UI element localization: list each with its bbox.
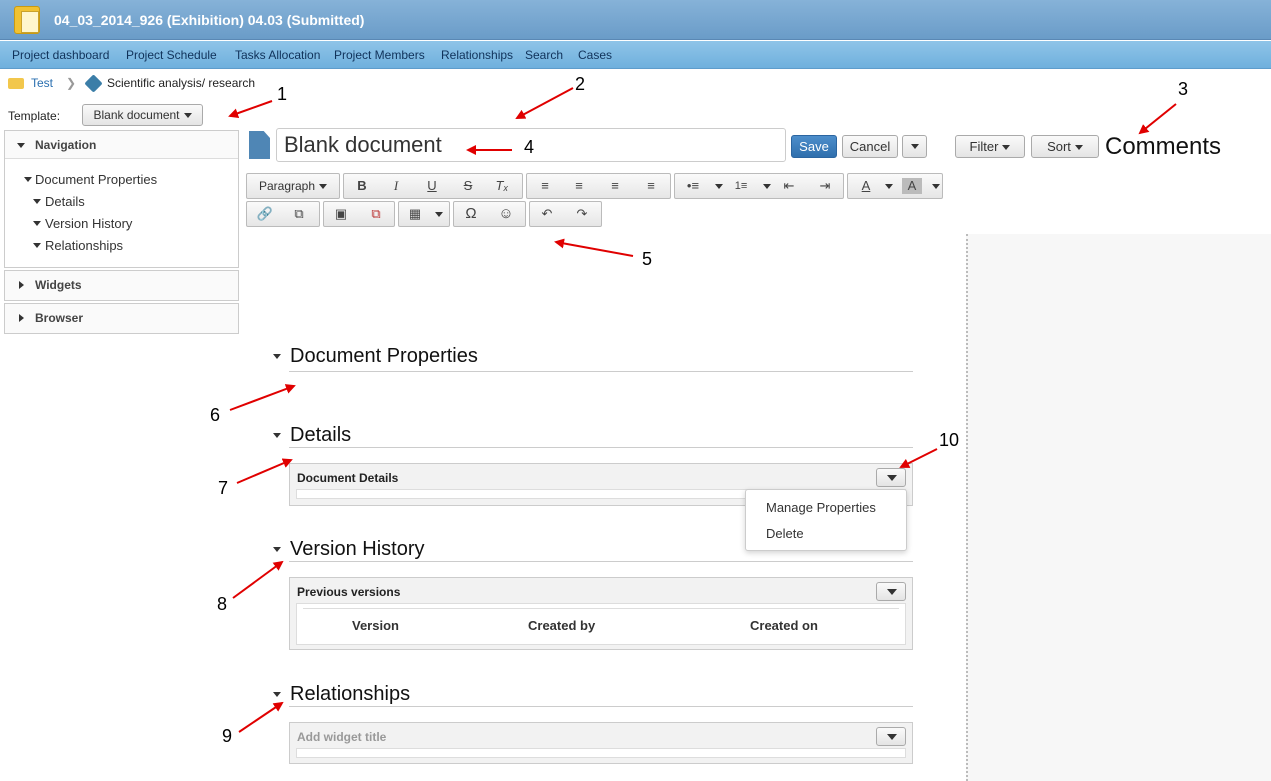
annotation-arrow-7 [236,458,293,484]
annotation-label-7: 7 [218,478,229,498]
annotation-label-8: 8 [217,594,228,614]
annotation-label-10: 10 [939,430,960,450]
annotation-label-5: 5 [642,249,653,269]
annotation-label-2: 2 [575,74,586,94]
annotation-label-3: 3 [1178,79,1189,99]
annotation-arrow-9 [238,701,284,733]
annotation-arrow-5 [554,238,634,257]
annotation-arrow-8 [232,560,284,599]
annotation-arrow-10 [899,448,938,468]
annotation-label-4: 4 [524,137,535,157]
annotation-arrow-1 [228,100,273,119]
annotation-label-1: 1 [277,84,288,104]
annotation-arrows [228,87,1177,733]
annotation-arrow-2 [515,87,574,119]
annotation-arrow-3 [1138,103,1177,135]
annotation-label-6: 6 [210,405,221,425]
annotation-label-9: 9 [222,726,233,746]
annotation-arrow-6 [229,384,296,411]
